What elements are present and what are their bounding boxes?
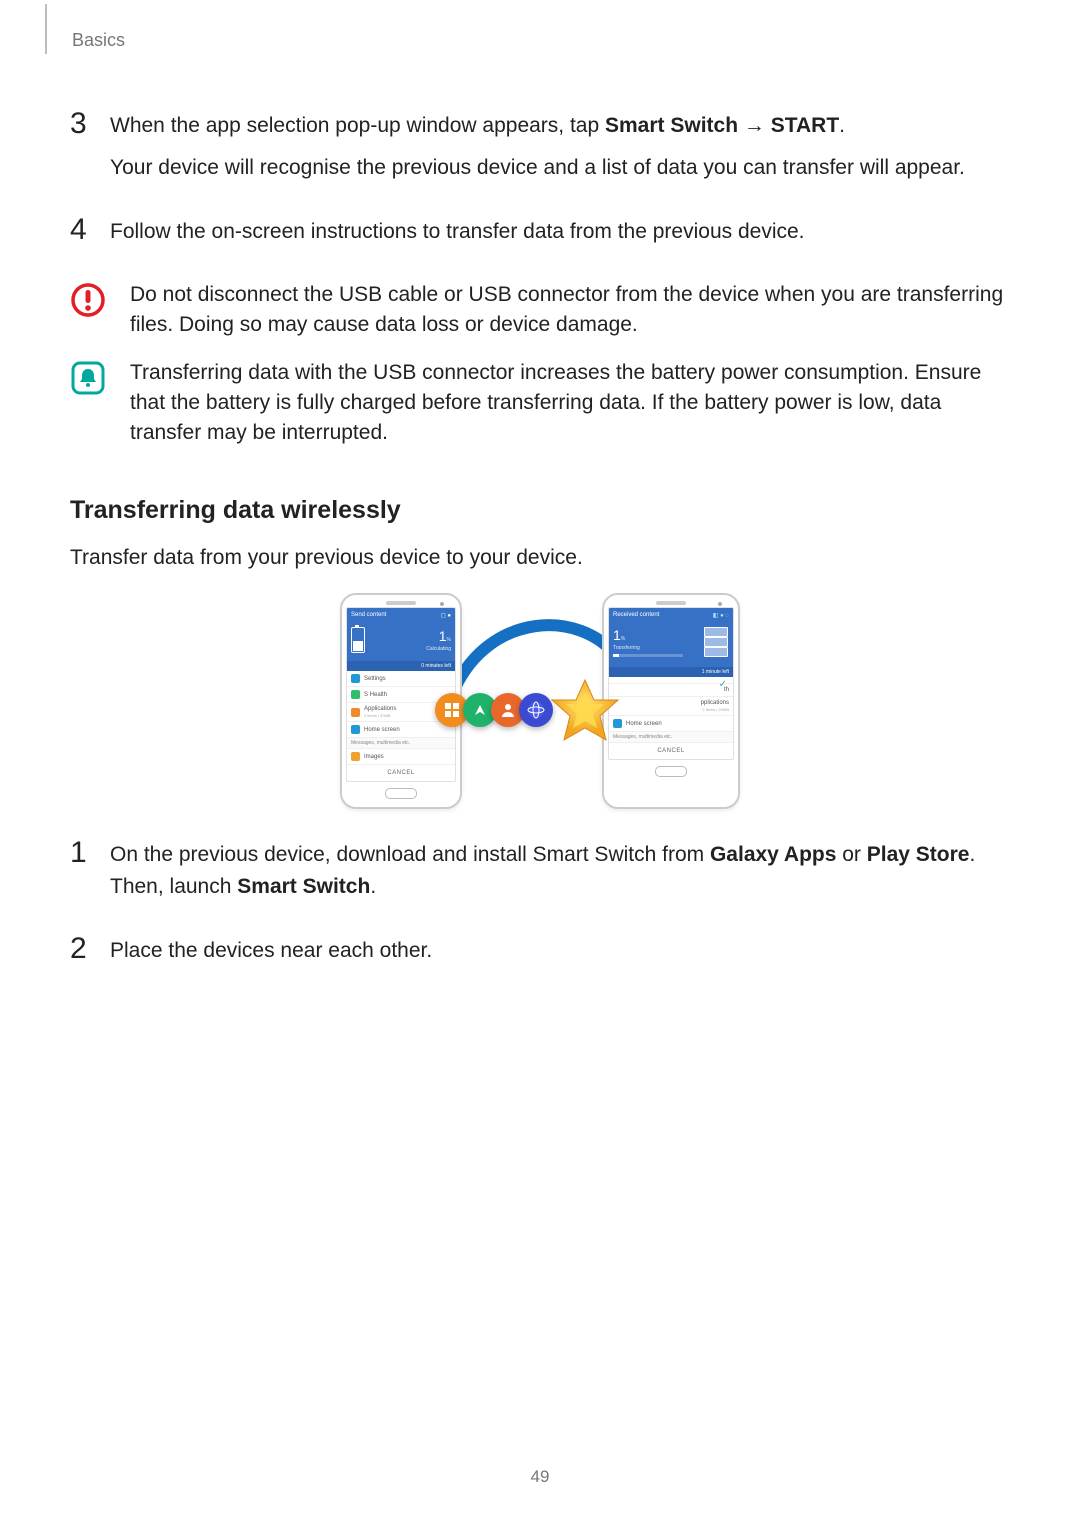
text: On the previous device, download and ins… [110,843,710,866]
step-number: 1 [70,839,110,867]
list-label: th [613,687,729,693]
text: When the app selection pop-up window app… [110,114,605,137]
check-icon: ✓ [719,679,727,690]
step-text: Place the devices near each other. [110,935,1010,967]
step-number: 4 [70,216,110,244]
list-item: Settings [347,671,455,687]
settings-icon [351,674,360,683]
phone-home-button [385,788,417,799]
note-text: Transferring data with the USB connector… [130,358,1010,448]
star-icon [550,678,620,748]
list-sub: 2 items | 20MB [364,713,396,718]
percent-unit: % [621,636,625,642]
health-icon [351,690,360,699]
warning-text: Do not disconnect the USB cable or USB c… [130,280,1010,340]
cancel-button-label: CANCEL [609,743,733,759]
percent-status: Calculating [426,646,451,652]
list-item: th [609,684,733,697]
images-icon [351,752,360,761]
step-number: 3 [70,110,110,138]
globe-icon [519,693,553,727]
time-estimate: 0 minutes left [347,661,455,671]
list-label: Home screen [364,727,400,733]
arrow-text: → [738,114,771,137]
list-label: Applications [364,706,396,712]
text: . [370,875,376,898]
status-icons: ◧ ● ◌ [713,612,729,619]
page-number: 49 [0,1467,1080,1487]
list-label: Images [364,754,384,760]
step-body: When the app selection pop-up window app… [110,110,1010,194]
list-item: Home screen [609,716,733,732]
subheading-intro: Transfer data from your previous device … [70,543,1010,573]
list-section-label: Messages, multimedia etc. [347,738,455,749]
list-label: pplications [701,700,729,706]
list-label: Settings [364,676,386,682]
list-sub: 2 items | 20MB [613,707,729,712]
screen-title: Send content [351,612,386,619]
text: or [836,843,866,866]
bold-text: Smart Switch [237,875,370,898]
cancel-button-label: CANCEL [347,765,455,781]
step-number: 2 [70,935,110,963]
percent-status: Transferring [613,645,691,651]
note-callout: Transferring data with the USB connector… [70,358,1010,448]
step-body: On the previous device, download and ins… [110,839,1010,913]
step-3: 3 When the app selection pop-up window a… [70,110,1010,194]
header-crop-rule [45,4,47,54]
bell-note-icon [70,360,106,396]
warning-callout: Do not disconnect the USB cable or USB c… [70,280,1010,340]
list-label: Home screen [626,721,662,727]
bold-text: START [771,114,839,137]
wireless-transfer-figure: Send content ◻ ● 1% Calculating 0 minute… [70,593,1010,809]
phone-new-device: Received content ◧ ● ◌ 1% Transferring [602,593,740,809]
subheading-wireless: Transferring data wirelessly [70,496,1010,525]
step-secondary-text: Your device will recognise the previous … [110,152,1010,184]
text: . [839,114,845,137]
list-section-label: Messages, multimedia etc. [609,732,733,743]
screen-title: Received content [613,612,659,619]
list-item: ✓ [609,677,733,684]
bold-text: Play Store [867,843,970,866]
list-label: S Health [364,692,387,698]
stack-icon [701,627,729,659]
section-label: Basics [72,30,125,51]
bold-text: Galaxy Apps [710,843,836,866]
phone-home-button [655,766,687,777]
bold-text: Smart Switch [605,114,738,137]
content-icons-strip [435,693,553,727]
wireless-step-2: 2 Place the devices near each other. [70,935,1010,977]
list-item: Images [347,749,455,765]
step-4: 4 Follow the on-screen instructions to t… [70,216,1010,258]
home-icon [351,725,360,734]
percent-unit: % [447,637,451,643]
percent-value: 1 [613,627,621,643]
percent-value: 1 [439,628,447,644]
step-body: Follow the on-screen instructions to tra… [110,216,1010,258]
wireless-step-1: 1 On the previous device, download and i… [70,839,1010,913]
time-estimate: 1 minute left [609,667,733,677]
status-icons: ◻ ● [441,612,451,619]
step-body: Place the devices near each other. [110,935,1010,977]
caution-icon [70,282,106,318]
step-text: Follow the on-screen instructions to tra… [110,216,1010,248]
apps-icon [351,708,360,717]
list-item: pplications 2 items | 20MB [609,697,733,716]
